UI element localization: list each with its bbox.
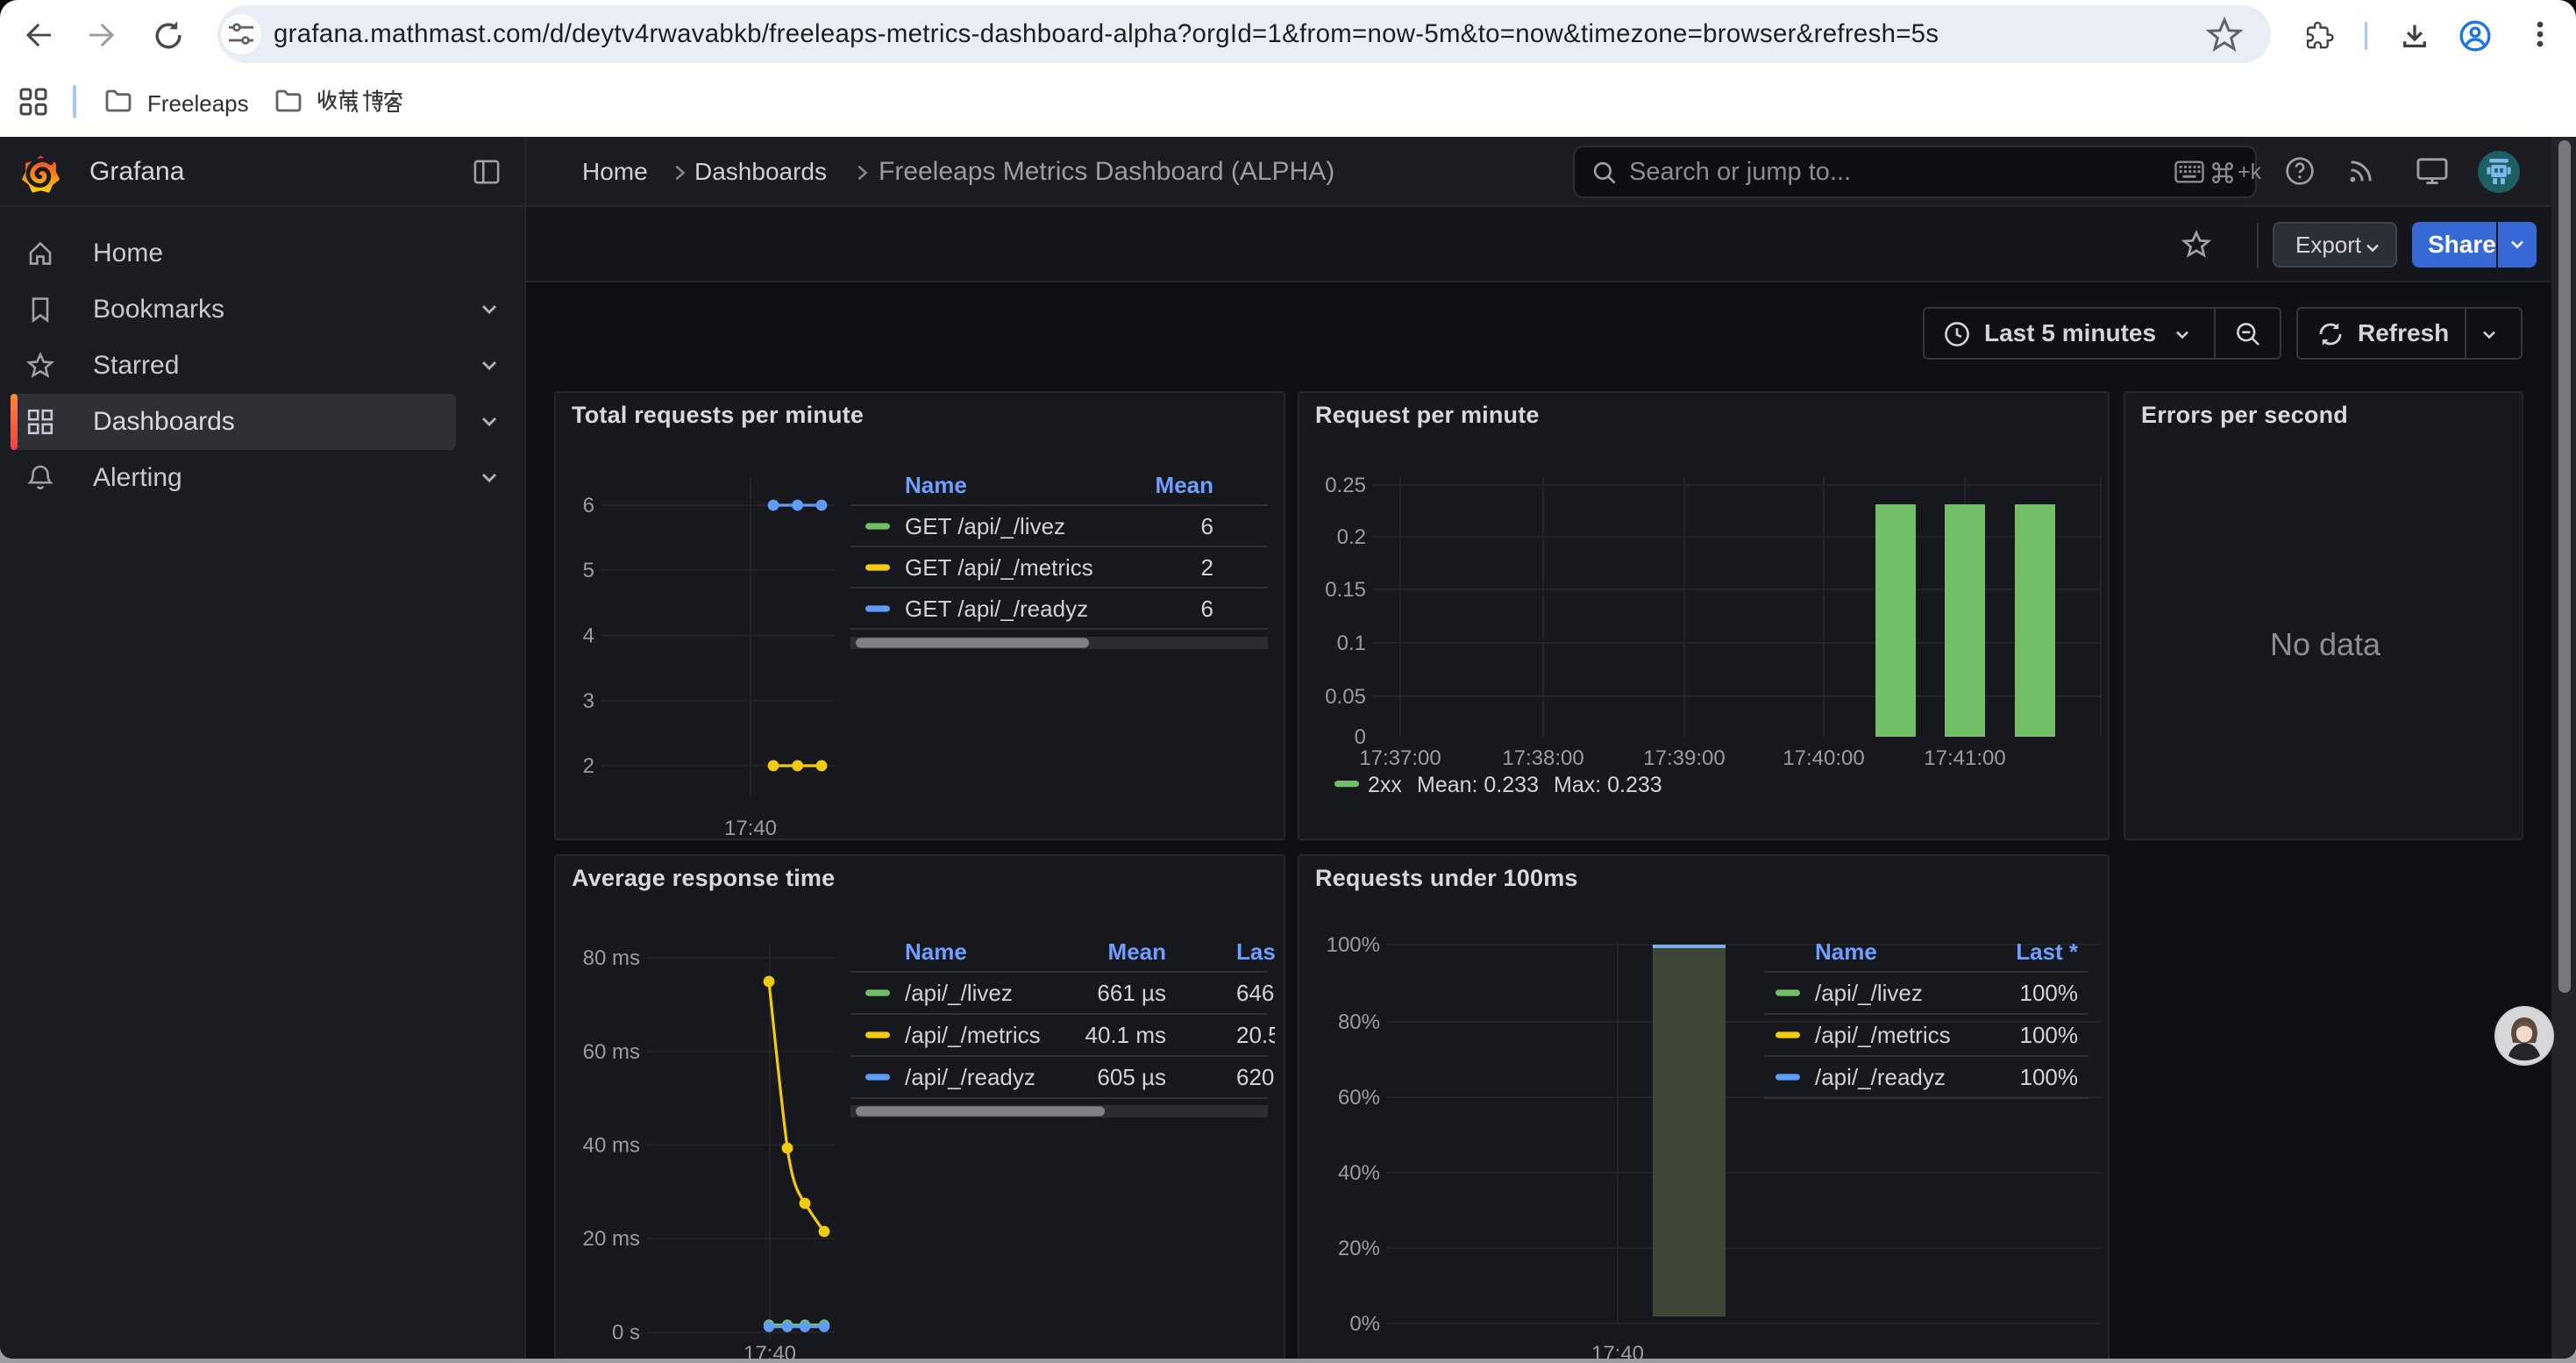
svg-text:Name: Name [1815, 938, 1877, 965]
svg-text:100%: 100% [2020, 1064, 2079, 1090]
svg-text:20 ms: 20 ms [583, 1227, 640, 1251]
svg-text:0%: 0% [1349, 1312, 1380, 1336]
svg-text:0: 0 [1355, 725, 1366, 749]
svg-text:4: 4 [583, 624, 594, 648]
svg-text:661 µs: 661 µs [1097, 980, 1166, 1006]
svg-text:100%: 100% [1327, 933, 1380, 957]
svg-text:646 µs: 646 µs [1236, 980, 1284, 1006]
svg-text:605 µs: 605 µs [1097, 1064, 1166, 1090]
svg-text:100%: 100% [2020, 1022, 2079, 1048]
svg-text:0.25: 0.25 [1325, 474, 1366, 497]
svg-text:0.05: 0.05 [1325, 685, 1366, 709]
svg-text:20.5 ms: 20.5 ms [1236, 1022, 1284, 1048]
svg-text:2xx: 2xx [1368, 773, 1402, 797]
svg-text:60%: 60% [1338, 1086, 1380, 1110]
svg-text:/api/_/metrics: /api/_/metrics [905, 1022, 1041, 1048]
svg-text:Name: Name [905, 472, 967, 498]
svg-text:17:39:00: 17:39:00 [1643, 746, 1725, 770]
svg-text:6: 6 [1201, 513, 1213, 539]
svg-text:Max: 0.233: Max: 0.233 [1554, 773, 1662, 797]
svg-text:/api/_/livez: /api/_/livez [905, 980, 1013, 1006]
svg-text:/api/_/livez: /api/_/livez [1815, 980, 1923, 1006]
svg-text:6: 6 [1201, 596, 1213, 622]
svg-text:0.15: 0.15 [1325, 578, 1366, 602]
svg-text:3: 3 [583, 689, 594, 713]
svg-text:GET /api/_/livez: GET /api/_/livez [905, 513, 1065, 539]
svg-text:100%: 100% [2020, 980, 2079, 1006]
svg-text:20%: 20% [1338, 1237, 1380, 1260]
svg-text:Mean: Mean [1156, 472, 1213, 498]
svg-text:0.1: 0.1 [1337, 632, 1366, 655]
svg-text:2: 2 [1201, 554, 1213, 581]
svg-text:/api/_/readyz: /api/_/readyz [1815, 1064, 1946, 1090]
svg-text:0 s: 0 s [612, 1321, 640, 1345]
svg-text:GET /api/_/metrics: GET /api/_/metrics [905, 554, 1093, 581]
svg-text:5: 5 [583, 559, 594, 582]
svg-text:GET /api/_/readyz: GET /api/_/readyz [905, 596, 1088, 622]
svg-text:6: 6 [583, 494, 594, 517]
svg-text:80%: 80% [1338, 1010, 1380, 1034]
svg-text:Mean: 0.233: Mean: 0.233 [1417, 773, 1539, 797]
svg-text:Name: Name [905, 938, 967, 965]
svg-text:17:40: 17:40 [724, 817, 777, 838]
svg-text:17:40:00: 17:40:00 [1783, 746, 1864, 770]
svg-text:Last *: Last * [1236, 938, 1284, 965]
svg-text:80 ms: 80 ms [583, 946, 640, 970]
svg-text:Mean: Mean [1108, 938, 1166, 965]
svg-text:60 ms: 60 ms [583, 1040, 640, 1064]
svg-text:2: 2 [583, 754, 594, 778]
svg-text:620 µs: 620 µs [1236, 1064, 1284, 1090]
svg-text:17:37:00: 17:37:00 [1359, 746, 1441, 770]
svg-text:40 ms: 40 ms [583, 1133, 640, 1157]
svg-text:0.2: 0.2 [1337, 525, 1366, 549]
svg-text:40%: 40% [1338, 1161, 1380, 1185]
svg-text:17:40: 17:40 [1591, 1342, 1644, 1359]
svg-text:40.1 ms: 40.1 ms [1085, 1022, 1167, 1048]
svg-text:/api/_/metrics: /api/_/metrics [1815, 1022, 1951, 1048]
svg-text:/api/_/readyz: /api/_/readyz [905, 1064, 1035, 1090]
svg-text:17:40: 17:40 [744, 1342, 796, 1359]
svg-text:Last *: Last * [2016, 938, 2079, 965]
svg-text:17:38:00: 17:38:00 [1502, 746, 1583, 770]
svg-text:17:41:00: 17:41:00 [1924, 746, 2005, 770]
